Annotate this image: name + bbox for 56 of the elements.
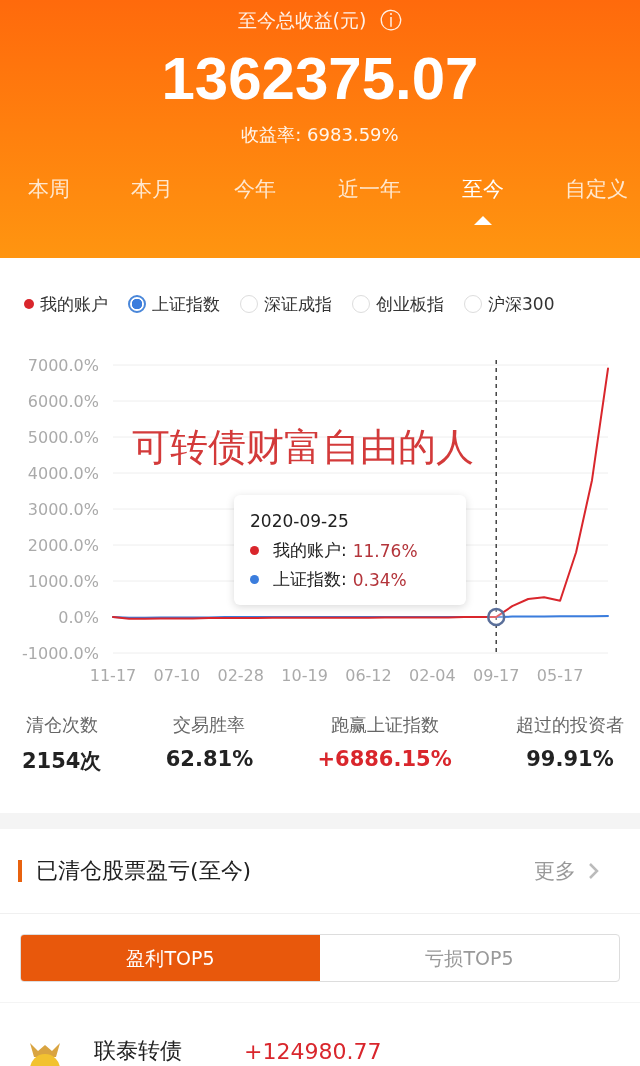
stat-value: 99.91% [526,747,614,771]
tooltip-label: 我的账户: [273,539,347,562]
y-axis-label: 6000.0% [27,392,99,411]
period-tab[interactable]: 本周 [28,175,70,225]
tooltip-label: 上证指数: [273,568,347,591]
period-tab[interactable]: 今年 [234,175,277,225]
x-axis-label: 07-10 [153,666,201,685]
y-axis-label: 4000.0% [27,464,99,483]
overlay-caption: 可转债财富自由的人 [132,424,474,471]
x-axis-label: 09-17 [473,666,520,685]
y-axis-label: 7000.0% [27,356,99,375]
y-axis-label: -1000.0% [22,644,99,663]
tooltip-value: 0.34% [352,569,407,590]
y-axis-label: 2000.0% [27,536,99,555]
stat-label: 交易胜率 [173,713,246,737]
y-axis-label: 1000.0% [27,572,99,591]
y-axis-label: 0.0% [58,608,99,627]
radio-button[interactable] [128,295,146,313]
tooltip-date: 2020-09-25 [250,511,350,531]
y-axis-label: 3000.0% [27,500,99,519]
radio-label[interactable]: 上证指数 [152,292,220,316]
accent-bar [18,860,22,882]
stat-value: 62.81% [165,747,254,771]
hover-marker [487,607,506,627]
header-title: 至今总收益(元) [237,8,367,33]
segment-tab[interactable]: 盈利TOP5 [21,935,320,981]
stat-label: 超过的投资者 [515,713,624,737]
tooltip-value: 11.76% [352,540,418,561]
radio-label[interactable]: 深证成指 [264,292,332,316]
x-axis-label: 06-12 [345,666,392,685]
info-icon[interactable]: ⓘ [380,6,403,36]
bond-name: 联泰转债 [94,1037,183,1065]
x-axis-label: 02-04 [409,666,456,685]
segment-tab[interactable]: 亏损TOP5 [320,935,619,981]
period-tab[interactable]: 近一年 [337,175,401,225]
legend-label: 我的账户 [40,292,108,316]
x-axis-label: 05-17 [536,666,584,685]
x-axis-label: 10-19 [281,666,328,685]
more-link[interactable]: 更多 [534,857,576,885]
stat-label: 清仓次数 [25,713,98,737]
x-axis-label: 02-28 [217,666,264,685]
x-axis-label: 11-17 [89,666,137,685]
section-title: 已清仓股票盈亏(至今) [36,857,253,885]
stat-value: 2154次 [22,748,102,775]
profit-value: +124980.77 [244,1038,382,1064]
period-tab[interactable]: 本月 [131,175,174,225]
radio-label[interactable]: 创业板指 [376,292,444,316]
chevron-right-icon[interactable] [588,862,600,880]
stat-label: 跑赢上证指数 [330,713,439,737]
y-axis-label: 5000.0% [27,428,99,447]
radio-label[interactable]: 沪深300 [488,292,555,316]
period-tab[interactable]: 至今 [461,175,504,225]
stat-value: +6886.15% [317,747,452,771]
period-tab[interactable]: 自定义 [564,175,628,225]
total-profit: 1362375.07 [160,44,480,113]
profit-rate: 收益率: 6983.59% [240,123,400,147]
